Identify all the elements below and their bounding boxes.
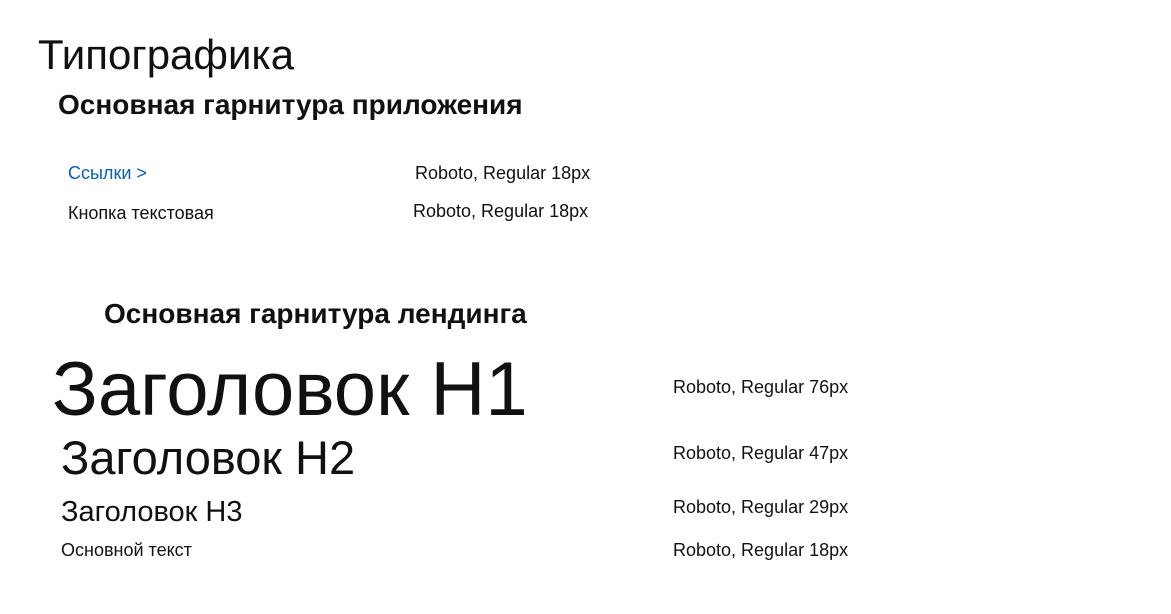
page-title: Типографика xyxy=(38,31,295,78)
landing-typeface-section-title: Основная гарнитура лендинга xyxy=(104,298,527,329)
app-typeface-section-title: Основная гарнитура приложения xyxy=(58,89,523,120)
text-button-sample-spec: Roboto, Regular 18px xyxy=(413,201,589,221)
link-sample[interactable]: Ссылки > xyxy=(68,164,147,182)
heading-h2-sample: Заголовок H2 xyxy=(61,431,356,484)
heading-h1-sample: Заголовок H1 xyxy=(52,347,528,432)
body-text-spec: Roboto, Regular 18px xyxy=(673,540,849,560)
heading-h3-sample: Заголовок H3 xyxy=(61,496,243,528)
text-button-sample[interactable]: Кнопка текстовая xyxy=(68,204,214,222)
heading-h2-spec: Roboto, Regular 47px xyxy=(673,443,849,463)
heading-h1-spec: Roboto, Regular 76px xyxy=(673,377,849,397)
heading-h3-spec: Roboto, Regular 29px xyxy=(673,497,849,517)
link-sample-spec: Roboto, Regular 18px xyxy=(415,163,591,183)
body-text-sample: Основной текст xyxy=(61,540,192,560)
